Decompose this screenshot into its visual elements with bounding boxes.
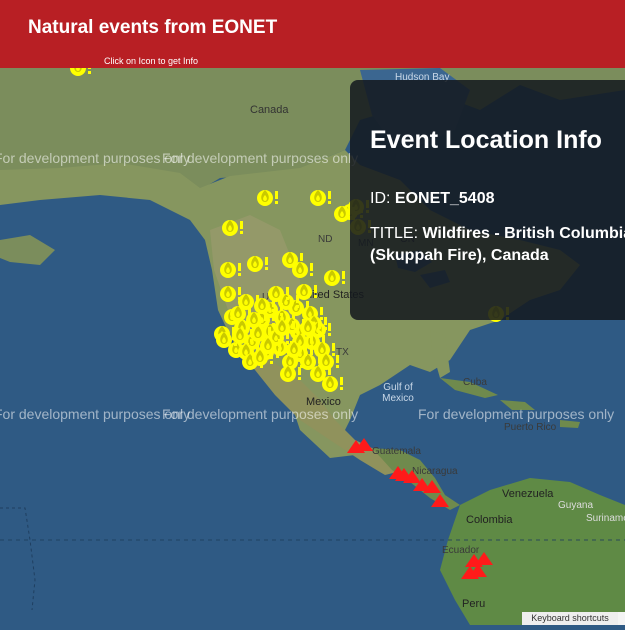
page-title: Natural events from EONET bbox=[28, 17, 278, 38]
volcano-icon[interactable] bbox=[475, 552, 493, 565]
event-id-label: ID: bbox=[370, 190, 395, 207]
event-title-row: TITLE: Wildfires - British Columbia (Sku… bbox=[370, 223, 625, 267]
wildfire-icon[interactable] bbox=[324, 270, 345, 286]
wildfire-icon[interactable] bbox=[280, 366, 301, 382]
wildfire-icon[interactable] bbox=[292, 262, 313, 278]
wildfire-icon[interactable] bbox=[296, 284, 317, 300]
event-id-row: ID: EONET_5408 bbox=[370, 188, 625, 210]
info-panel-heading: Event Location Info bbox=[370, 126, 602, 154]
keyboard-shortcuts-link[interactable]: Keyboard shortcuts bbox=[522, 612, 618, 625]
map-attribution bbox=[618, 612, 625, 625]
wildfire-icon[interactable] bbox=[247, 256, 268, 272]
wildfire-icon[interactable] bbox=[220, 286, 241, 302]
event-info-panel: Event Location Info ID: EONET_5408 TITLE… bbox=[350, 80, 625, 320]
wildfire-icon[interactable] bbox=[257, 190, 278, 206]
wildfire-icon[interactable] bbox=[222, 220, 243, 236]
event-title-label: TITLE: bbox=[370, 225, 423, 242]
header-hint: Click on Icon to get Info bbox=[104, 56, 199, 66]
app-header: Natural events from EONET Click on Icon … bbox=[0, 0, 625, 68]
event-id-value: EONET_5408 bbox=[394, 190, 495, 207]
wildfire-icon[interactable] bbox=[310, 190, 331, 206]
wildfire-icon[interactable] bbox=[322, 376, 343, 392]
wildfire-icon[interactable] bbox=[318, 354, 339, 370]
wildfire-icon[interactable] bbox=[220, 262, 241, 278]
volcano-icon[interactable] bbox=[431, 494, 449, 507]
